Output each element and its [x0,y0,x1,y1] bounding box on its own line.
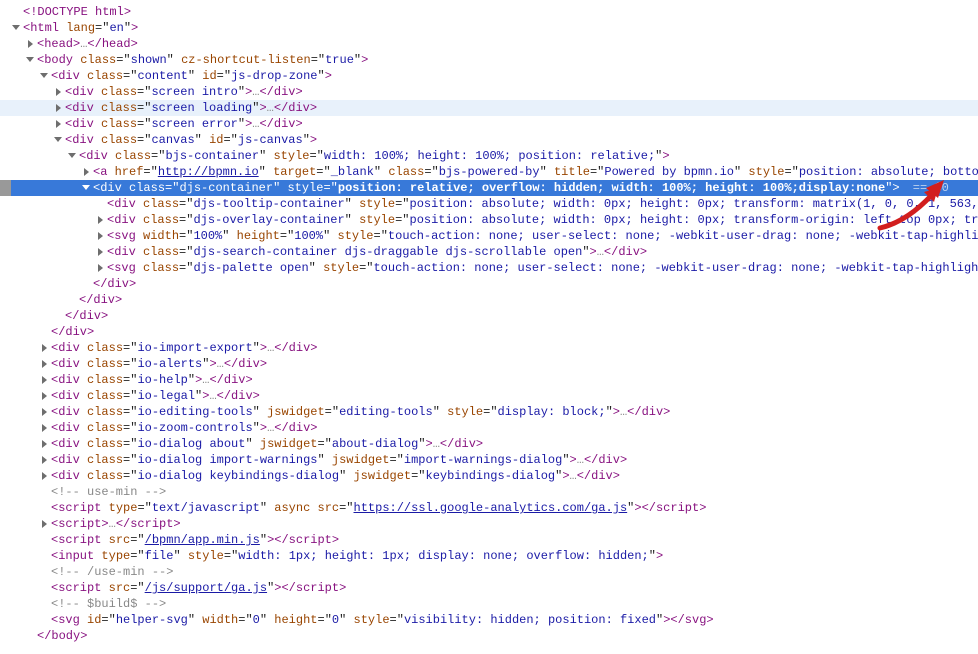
content-div[interactable]: <div class="content" id="js-drop-zone"> [0,68,978,84]
expand-toggle[interactable] [82,167,92,177]
doctype[interactable]: <!DOCTYPE html> [0,4,978,20]
comment[interactable]: <!-- use-min --> [0,484,978,500]
script-tag[interactable]: <script type="text/javascript" async src… [0,500,978,516]
expand-toggle[interactable] [40,343,50,353]
expand-toggle[interactable] [68,151,78,161]
dom-tree[interactable]: <!DOCTYPE html><html lang="en"><head>…</… [0,0,978,654]
expand-toggle[interactable] [54,119,64,129]
djs-container-selected[interactable]: <div class="djs-container" style="positi… [0,180,978,196]
svg-tag[interactable]: <svg id="helper-svg" width="0" height="0… [0,612,978,628]
canvas-div[interactable]: <div class="canvas" id="js-canvas"> [0,132,978,148]
djs-child[interactable]: <svg class="djs-palette open" style="tou… [0,260,978,276]
head[interactable]: <head>…</head> [0,36,978,52]
djs-child[interactable]: <div class="djs-search-container djs-dra… [0,244,978,260]
expand-toggle[interactable] [96,215,106,225]
expand-toggle[interactable] [40,407,50,417]
expand-toggle[interactable] [26,55,36,65]
expand-toggle[interactable] [82,183,92,193]
io-block[interactable]: <div class="io-help">…</div> [0,372,978,388]
expand-toggle[interactable] [54,103,64,113]
bpmn-link[interactable]: <a href="http://bpmn.io" target="_blank"… [0,164,978,180]
script-tag[interactable]: <script src="/js/support/ga.js"></script… [0,580,978,596]
expand-toggle[interactable] [96,263,106,273]
close-tag[interactable]: </div> [0,324,978,340]
io-block[interactable]: <div class="io-editing-tools" jswidget="… [0,404,978,420]
screen-div[interactable]: <div class="screen error">…</div> [0,116,978,132]
io-block[interactable]: <div class="io-dialog keybindings-dialog… [0,468,978,484]
io-block[interactable]: <div class="io-zoom-controls">…</div> [0,420,978,436]
expand-toggle[interactable] [40,455,50,465]
djs-child[interactable]: <svg width="100%" height="100%" style="t… [0,228,978,244]
expand-toggle[interactable] [40,519,50,529]
close-tag[interactable]: </div> [0,276,978,292]
script-tag[interactable]: <script src="/bpmn/app.min.js"></script> [0,532,978,548]
expand-toggle[interactable] [40,391,50,401]
expand-toggle[interactable] [40,471,50,481]
expand-toggle[interactable] [40,71,50,81]
io-block[interactable]: <div class="io-alerts">…</div> [0,356,978,372]
expand-toggle[interactable] [96,231,106,241]
expand-toggle[interactable] [54,87,64,97]
screen-div[interactable]: <div class="screen loading">…</div> [0,100,978,116]
expand-toggle[interactable] [40,375,50,385]
expand-toggle[interactable] [54,135,64,145]
body-open[interactable]: <body class="shown" cz-shortcut-listen="… [0,52,978,68]
bjs-container[interactable]: <div class="bjs-container" style="width:… [0,148,978,164]
close-tag[interactable]: </div> [0,292,978,308]
expand-toggle[interactable] [96,247,106,257]
close-body[interactable]: </body> [0,628,978,644]
close-tag[interactable]: </div> [0,308,978,324]
expand-toggle[interactable] [40,439,50,449]
expand-toggle[interactable] [40,423,50,433]
comment[interactable]: <!-- /use-min --> [0,564,978,580]
io-block[interactable]: <div class="io-dialog import-warnings" j… [0,452,978,468]
io-block[interactable]: <div class="io-legal">…</div> [0,388,978,404]
djs-child[interactable]: <div class="djs-tooltip-container" style… [0,196,978,212]
expand-toggle[interactable] [26,39,36,49]
screen-div[interactable]: <div class="screen intro">…</div> [0,84,978,100]
html-open[interactable]: <html lang="en"> [0,20,978,36]
expand-toggle[interactable] [40,359,50,369]
djs-child[interactable]: <div class="djs-overlay-container" style… [0,212,978,228]
io-block[interactable]: <div class="io-import-export">…</div> [0,340,978,356]
io-block[interactable]: <div class="io-dialog about" jswidget="a… [0,436,978,452]
input-tag[interactable]: <input type="file" style="width: 1px; he… [0,548,978,564]
script-tag[interactable]: <script>…</script> [0,516,978,532]
expand-toggle[interactable] [12,23,22,33]
comment[interactable]: <!-- $build$ --> [0,596,978,612]
